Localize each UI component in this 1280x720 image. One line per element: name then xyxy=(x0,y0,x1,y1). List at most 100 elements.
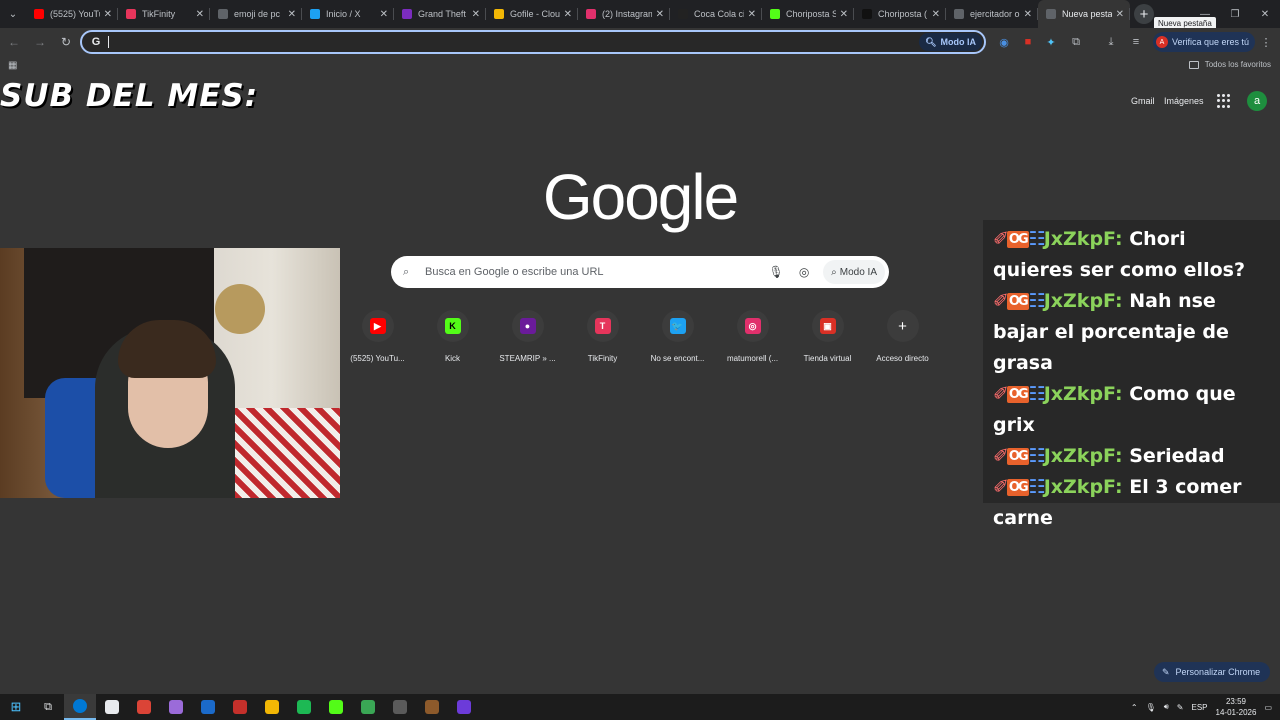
taskbar-app-10[interactable] xyxy=(384,694,416,720)
tab-5[interactable]: Gofile - Clou ✕ xyxy=(486,0,578,28)
modo-ia-button[interactable]: ⌕ Modo IA xyxy=(823,260,885,284)
tab-10[interactable]: ejercitador o ✕ xyxy=(946,0,1038,28)
customize-chrome-button[interactable]: ✎ Personalizar Chrome xyxy=(1154,662,1271,682)
extension-globe-icon[interactable]: ◉ xyxy=(996,34,1012,50)
chat-badges: ✐ OG ☷ xyxy=(993,383,1046,405)
tab-close-icon[interactable]: ✕ xyxy=(104,9,112,20)
media-icon[interactable]: ≡ xyxy=(1128,34,1144,50)
tab-7[interactable]: Coca Cola ci ✕ xyxy=(670,0,762,28)
taskbar-app-12[interactable] xyxy=(448,694,480,720)
forward-icon[interactable]: → xyxy=(28,30,52,54)
tab-11[interactable]: Nueva pesta ✕ xyxy=(1038,0,1130,28)
tab-6[interactable]: (2) Instagram ✕ xyxy=(578,0,670,28)
omnibox[interactable]: G 🔍︎ Modo IA xyxy=(80,30,986,54)
download-icon[interactable]: ⤓ xyxy=(1103,34,1119,50)
search-box[interactable]: ⌕ Busca en Google o escribe una URL 🎙︎ ◎… xyxy=(391,256,889,288)
tab-1[interactable]: TikFinity ✕ xyxy=(118,0,210,28)
extensions-puzzle-icon[interactable]: ⧉ xyxy=(1068,34,1084,50)
taskbar-app-6[interactable] xyxy=(256,694,288,720)
taskbar-app-0[interactable] xyxy=(64,694,96,720)
account-avatar[interactable]: a xyxy=(1247,91,1267,111)
shortcut-3[interactable]: T TikFinity xyxy=(565,310,640,363)
tab-close-icon[interactable]: ✕ xyxy=(380,9,388,20)
tab-8[interactable]: Choriposta S ✕ xyxy=(762,0,854,28)
taskbar-app-icon xyxy=(329,700,343,714)
modo-ia-omnibox-button[interactable]: 🔍︎ Modo IA xyxy=(919,33,982,51)
tab-close-icon[interactable]: ✕ xyxy=(932,9,940,20)
customize-label: Personalizar Chrome xyxy=(1175,667,1261,677)
taskbar-app-2[interactable] xyxy=(128,694,160,720)
chevron-up-icon[interactable]: ⌃ xyxy=(1131,703,1138,712)
extension-blue-icon[interactable]: ✦ xyxy=(1043,34,1059,50)
tab-close-icon[interactable]: ✕ xyxy=(1024,9,1032,20)
notifications-icon[interactable]: ▭ xyxy=(1264,703,1272,712)
og-badge: OG xyxy=(1006,479,1029,496)
shortcut-5[interactable]: ◎ matumorell (... xyxy=(715,310,790,363)
taskbar-app-4[interactable] xyxy=(192,694,224,720)
taskbar-app-icon xyxy=(137,700,151,714)
taskbar-app-9[interactable] xyxy=(352,694,384,720)
microphone-icon[interactable]: 🎙︎ xyxy=(767,265,785,279)
close-icon[interactable]: ✕ xyxy=(1250,0,1280,28)
tab-close-icon[interactable]: ✕ xyxy=(1116,9,1124,20)
taskbar-app-3[interactable] xyxy=(160,694,192,720)
tab-close-icon[interactable]: ✕ xyxy=(288,9,296,20)
shortcuts-grid: ▶ (5525) YouTu... K Kick ● STEAMRIP » ... T Tik… xyxy=(340,310,940,363)
tab-close-icon[interactable]: ✕ xyxy=(196,9,204,20)
tab-3[interactable]: Inicio / X ✕ xyxy=(302,0,394,28)
tab-9[interactable]: Choriposta (✕ xyxy=(854,0,946,28)
gmail-link[interactable]: Gmail xyxy=(1131,96,1155,106)
shortcut-7[interactable]: + Acceso directo xyxy=(865,310,940,363)
all-bookmarks-button[interactable]: Todos los favoritos xyxy=(1188,60,1271,69)
taskbar-app-8[interactable] xyxy=(320,694,352,720)
images-link[interactable]: Imágenes xyxy=(1164,96,1204,106)
reload-icon[interactable]: ↻ xyxy=(54,30,78,54)
tab-close-icon[interactable]: ✕ xyxy=(748,9,756,20)
microphone-icon[interactable]: 🎙︎ xyxy=(1146,703,1156,712)
extension-red-icon[interactable]: ■ xyxy=(1020,34,1036,50)
search-icon: ⌕ xyxy=(403,265,410,278)
task-view-icon[interactable]: ⧉ xyxy=(32,694,64,720)
verify-label: Verifica que eres tú xyxy=(1172,37,1250,47)
tab-close-icon[interactable]: ✕ xyxy=(840,9,848,20)
shortcut-1[interactable]: K Kick xyxy=(415,310,490,363)
shortcut-6[interactable]: ▣ Tienda virtual xyxy=(790,310,865,363)
og-badge: OG xyxy=(1006,448,1029,465)
start-icon[interactable]: ⊞ xyxy=(0,694,32,720)
restore-icon[interactable]: ❐ xyxy=(1220,0,1250,28)
tab-4[interactable]: Grand Theft ✕ xyxy=(394,0,486,28)
tab-title: (5525) YouTube xyxy=(50,9,100,19)
pen-icon[interactable]: ✎ xyxy=(1177,703,1184,712)
tab-0[interactable]: (5525) YouTube ✕ xyxy=(26,0,118,28)
taskbar-app-7[interactable] xyxy=(288,694,320,720)
tab-close-icon[interactable]: ✕ xyxy=(656,9,664,20)
shortcut-0[interactable]: ▶ (5525) YouTu... xyxy=(340,310,415,363)
volume-icon[interactable]: 🔊︎ xyxy=(1164,702,1169,712)
taskbar-app-11[interactable] xyxy=(416,694,448,720)
back-icon[interactable]: ← xyxy=(2,30,26,54)
verify-identity-button[interactable]: A Verifica que eres tú xyxy=(1153,32,1256,52)
shortcut-2[interactable]: ● STEAMRIP » ... xyxy=(490,310,565,363)
tab-close-icon[interactable]: ✕ xyxy=(564,9,572,20)
tab-close-icon[interactable]: ✕ xyxy=(472,9,480,20)
tab-search-icon[interactable]: ⌄ xyxy=(0,0,26,28)
lens-icon[interactable]: ◎ xyxy=(795,265,813,279)
google-apps-icon[interactable] xyxy=(1217,94,1231,108)
shortcut-tile: ▣ xyxy=(811,310,844,342)
search-input[interactable]: Busca en Google o escribe una URL xyxy=(425,266,767,278)
shortcut-tile: + xyxy=(886,310,919,342)
tab-title: Coca Cola ci xyxy=(694,9,744,19)
new-tab-button[interactable]: + xyxy=(1134,4,1154,24)
tab-favicon-icon xyxy=(34,9,44,19)
taskbar-app-5[interactable] xyxy=(224,694,256,720)
address-input[interactable] xyxy=(113,36,920,48)
apps-grid-icon[interactable]: ▦ xyxy=(8,60,17,71)
kick-icon: K xyxy=(444,318,461,334)
taskbar-app-1[interactable] xyxy=(96,694,128,720)
language-indicator[interactable]: ESP xyxy=(1192,703,1208,712)
tab-2[interactable]: emoji de pc ✕ xyxy=(210,0,302,28)
folder-icon xyxy=(1188,60,1199,69)
shortcut-4[interactable]: 🐦 No se encont... xyxy=(640,310,715,363)
clock[interactable]: 23:59 14-01-2026 xyxy=(1216,696,1257,718)
menu-icon[interactable]: ⋮ xyxy=(1258,34,1274,50)
